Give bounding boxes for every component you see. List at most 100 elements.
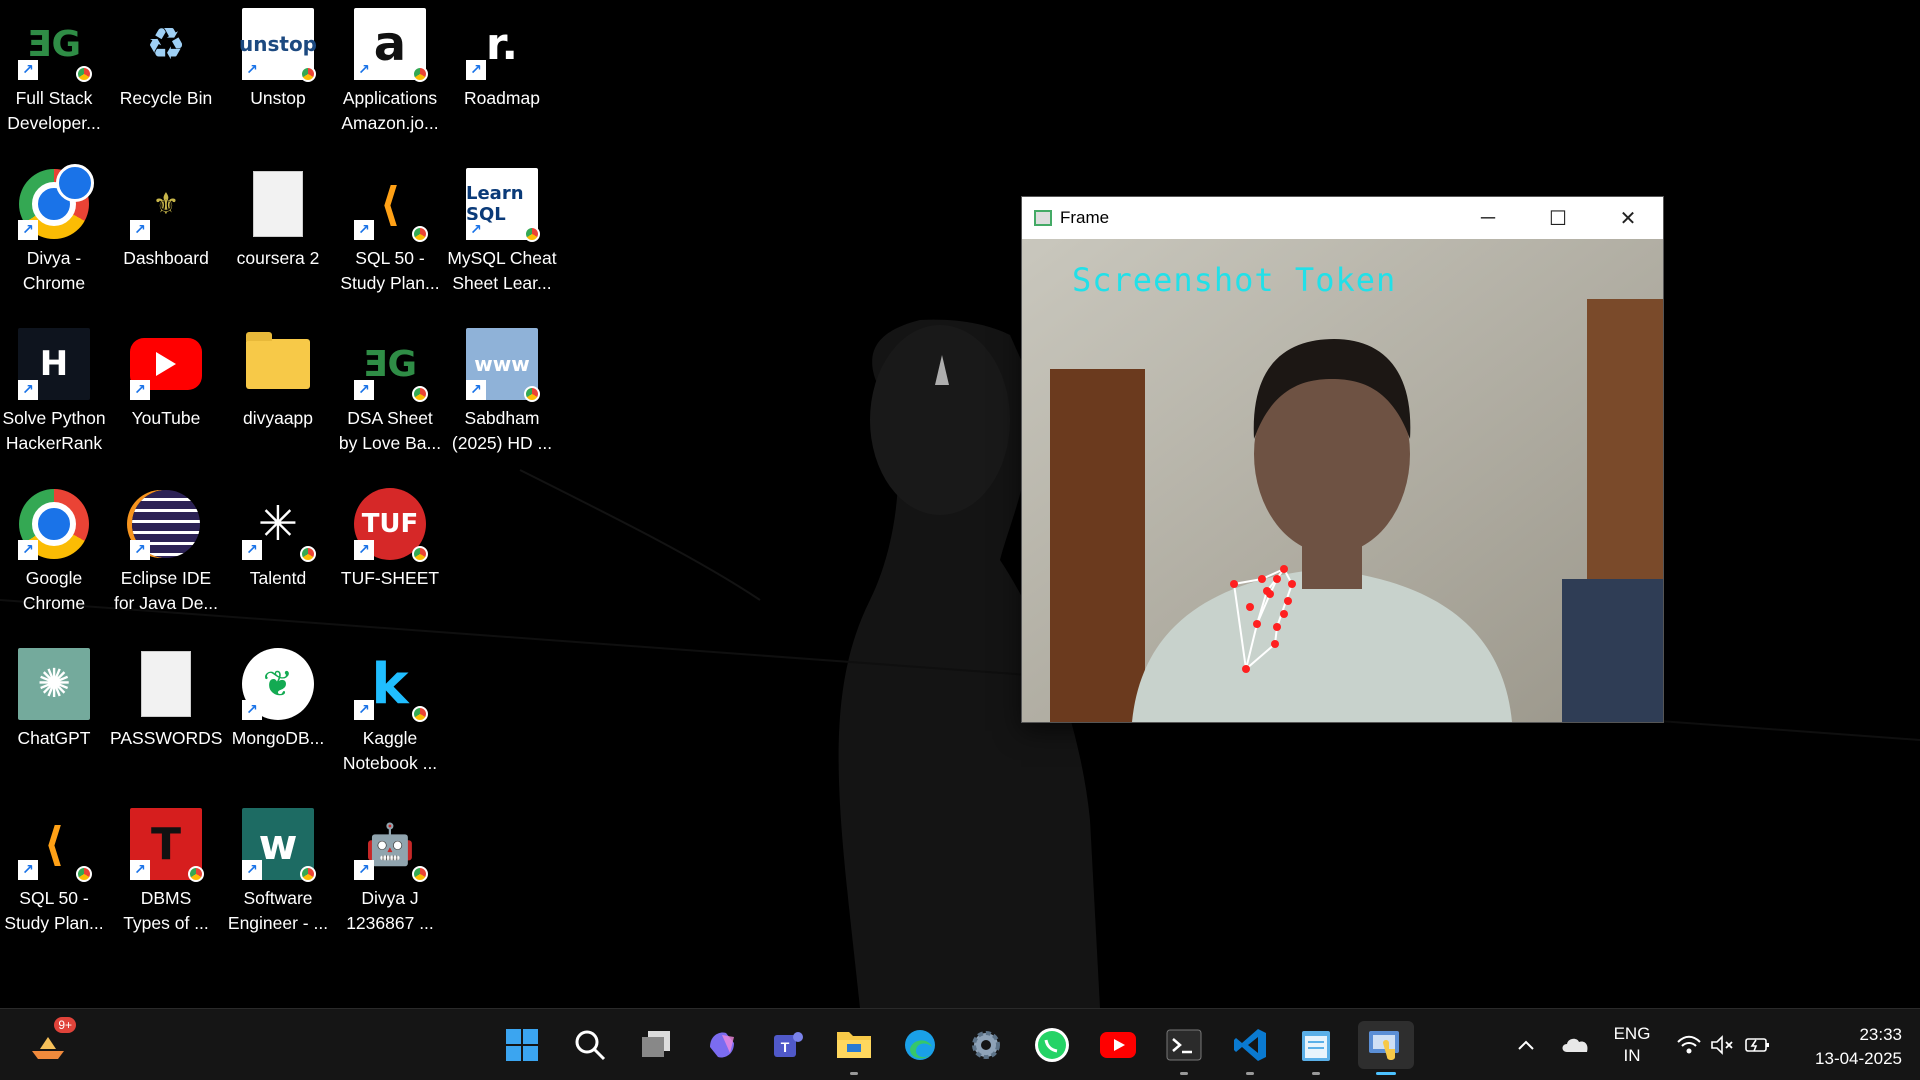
desktop-icon-label: ChatGPT — [17, 728, 91, 748]
shortcut-arrow-icon: ↗ — [18, 860, 38, 880]
desktop-icon-label: Applications Amazon.jo... — [341, 88, 439, 133]
file-icon — [130, 648, 202, 720]
shortcut-arrow-icon: ↗ — [354, 380, 374, 400]
desktop-icon[interactable]: ƎG ↗ DSA Sheet by Love Ba... — [336, 320, 444, 470]
www-icon: www ↗ — [466, 328, 540, 402]
copilot-button[interactable] — [698, 1021, 746, 1069]
desktop-icon[interactable]: ❦ ↗ MongoDB... — [224, 640, 332, 790]
chrome-badge-icon — [76, 66, 92, 82]
folder-icon — [242, 328, 314, 400]
unstop-icon: unstop ↗ — [239, 8, 317, 82]
desktop-icon[interactable]: ♻ Recycle Bin — [112, 0, 220, 150]
python-button[interactable] — [1358, 1021, 1414, 1075]
weather-widget[interactable]: 9+ — [24, 1017, 76, 1069]
desktop-icon[interactable]: r. ↗ Roadmap — [448, 0, 556, 150]
desktop-icon[interactable]: divyaapp — [224, 320, 332, 470]
desktop-icon[interactable]: ↗ Eclipse IDE for Java De... — [112, 480, 220, 630]
window-titlebar[interactable]: Frame ─ ☐ ✕ — [1022, 197, 1663, 239]
chrome-badge-icon — [300, 866, 316, 882]
chrome-badge-icon — [412, 546, 428, 562]
desktop-icon-label: Full Stack Developer... — [7, 88, 101, 133]
desktop-icon[interactable]: a ↗ Applications Amazon.jo... — [336, 0, 444, 150]
notepad-button[interactable] — [1292, 1021, 1340, 1075]
copilot-icon — [710, 1032, 734, 1058]
wifi-icon — [1677, 1035, 1701, 1054]
chrome-badge-icon — [412, 226, 428, 242]
eclipse-icon: ↗ — [130, 488, 202, 560]
desktop-icon[interactable]: ↗ Divya - Chrome — [0, 160, 108, 310]
desktop-icon[interactable]: coursera 2 — [224, 160, 332, 310]
desktop-icon-label: Divya J 1236867 ... — [346, 888, 434, 933]
desktop-icon-label: divyaapp — [242, 408, 314, 428]
chatgpt-icon: ✺ — [18, 648, 90, 720]
teams-button[interactable]: T — [764, 1021, 812, 1069]
desktop-icon[interactable]: ƎG ↗ Full Stack Developer... — [0, 0, 108, 150]
desktop-icon-label: Unstop — [250, 88, 306, 108]
settings-button[interactable] — [962, 1021, 1010, 1069]
desktop-icon[interactable]: ⚜ ↗ Dashboard — [112, 160, 220, 310]
desktop-icon[interactable]: ↗ Google Chrome — [0, 480, 108, 630]
shortcut-arrow-icon: ↗ — [466, 380, 486, 400]
desktop-icon[interactable]: ↗ YouTube — [112, 320, 220, 470]
close-button[interactable]: ✕ — [1593, 197, 1663, 239]
desktop-icon[interactable]: ⟨ ↗ SQL 50 - Study Plan... — [336, 160, 444, 310]
teams-icon: T — [774, 1032, 803, 1057]
shortcut-arrow-icon: ↗ — [18, 380, 38, 400]
camera-feed: Screenshot Token — [1022, 239, 1663, 722]
shortcut-arrow-icon: ↗ — [18, 60, 38, 80]
desktop-icon-label: Dashboard — [123, 248, 209, 268]
desktop-icon[interactable]: ⟨ ↗ SQL 50 - Study Plan... — [0, 800, 108, 950]
desktop-icon[interactable]: ✳ ↗ Talentd — [224, 480, 332, 630]
vscode-icon — [1234, 1029, 1266, 1061]
leetcode-icon: ⟨ ↗ — [354, 168, 428, 242]
chrome-profile-icon: ↗ — [18, 164, 94, 240]
clock-time: 23:33 — [1859, 1025, 1902, 1044]
onedrive-button[interactable] — [1552, 1021, 1600, 1069]
desktop-icon[interactable]: www ↗ Sabdham (2025) HD ... — [448, 320, 556, 470]
desktop-icon[interactable]: 🤖 ↗ Divya J 1236867 ... — [336, 800, 444, 950]
frame-window[interactable]: Frame ─ ☐ ✕ Screenshot Token — [1021, 196, 1664, 723]
show-hidden-icons-button[interactable] — [1502, 1021, 1550, 1069]
maximize-button[interactable]: ☐ — [1523, 197, 1593, 239]
learn-sql-icon: Learn SQL ↗ — [466, 168, 540, 242]
search-icon — [575, 1030, 606, 1061]
desktop-icon-label: Sabdham (2025) HD ... — [451, 408, 553, 453]
desktop-icon[interactable]: unstop ↗ Unstop — [224, 0, 332, 150]
desktop-icon-label: DSA Sheet by Love Ba... — [338, 408, 442, 453]
desktop-icon[interactable]: H ↗ Solve Python HackerRank — [0, 320, 108, 470]
camera-image — [1022, 239, 1663, 722]
shortcut-arrow-icon: ↗ — [354, 60, 374, 80]
start-button[interactable] — [498, 1021, 546, 1069]
desktop-icon[interactable]: w ↗ Software Engineer - ... — [224, 800, 332, 950]
dashboard-icon: ⚜ ↗ — [130, 168, 202, 240]
desktop-icon-label: MySQL Cheat Sheet Lear... — [447, 248, 557, 293]
task-view-icon — [642, 1031, 670, 1057]
language-region: IN — [1623, 1046, 1641, 1065]
whatsapp-button[interactable] — [1028, 1021, 1076, 1069]
file-icon — [242, 168, 314, 240]
svg-text:T: T — [781, 1039, 790, 1055]
vscode-button[interactable] — [1226, 1021, 1274, 1075]
file-explorer-button[interactable] — [830, 1021, 878, 1075]
search-button[interactable] — [566, 1021, 614, 1069]
desktop-icon-label: Divya - Chrome — [22, 248, 86, 293]
language-indicator[interactable]: ENG IN — [1612, 1023, 1652, 1067]
minimize-button[interactable]: ─ — [1453, 197, 1523, 239]
shortcut-arrow-icon: ↗ — [466, 60, 486, 80]
terminal-button[interactable] — [1160, 1021, 1208, 1075]
desktop-icon[interactable]: T ↗ DBMS Types of ... — [112, 800, 220, 950]
python-icon — [1369, 1031, 1399, 1060]
chrome-badge-icon — [412, 66, 428, 82]
desktop-icon[interactable]: k ↗ Kaggle Notebook ... — [336, 640, 444, 790]
chrome-badge-icon — [412, 866, 428, 882]
clock[interactable]: 23:33 13-04-2025 — [1790, 1023, 1902, 1071]
youtube-button[interactable] — [1094, 1021, 1142, 1069]
quick-settings-button[interactable] — [1664, 1021, 1784, 1069]
desktop-icon[interactable]: PASSWORDS — [110, 640, 222, 790]
desktop-icon[interactable]: ✺ ChatGPT — [0, 640, 108, 790]
desktop-icon[interactable]: Learn SQL ↗ MySQL Cheat Sheet Lear... — [447, 160, 557, 310]
task-view-button[interactable] — [632, 1021, 680, 1069]
edge-button[interactable] — [896, 1021, 944, 1069]
desktop-icon[interactable]: TUF ↗ TUF-SHEET — [336, 480, 444, 630]
roadmap-icon: r. ↗ — [466, 8, 538, 80]
